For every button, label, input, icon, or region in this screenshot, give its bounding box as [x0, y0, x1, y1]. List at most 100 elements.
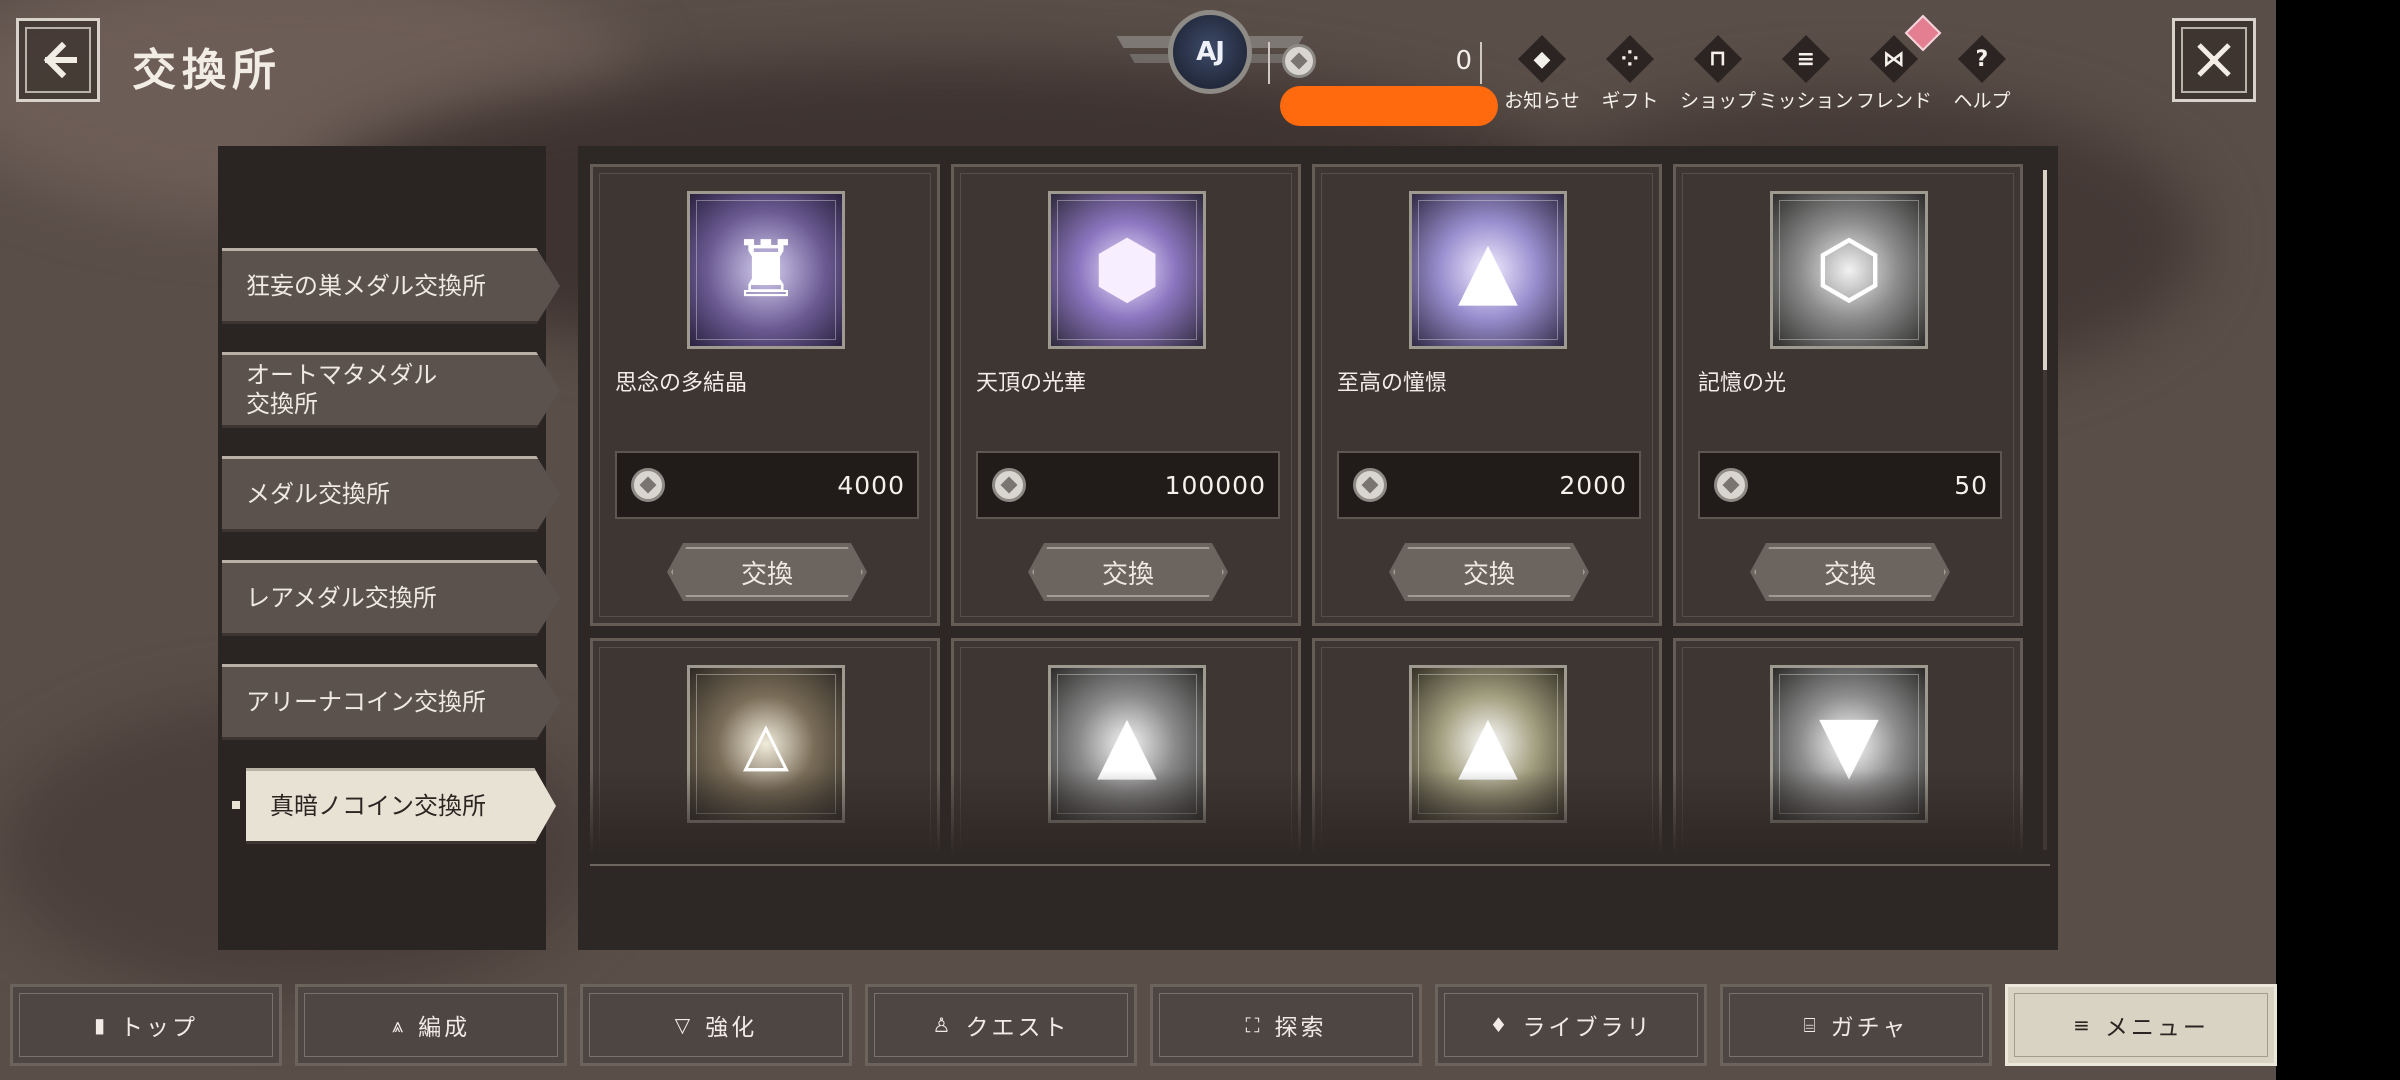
price-value: 50 — [1954, 471, 1988, 500]
bottom-nav: ▮ トップ ⩓ 編成 ▽ 強化 ♙ クエスト ⛶ 探索 ♦ ライブラリ ⌸ ガチャ ≡ メニュー — [10, 984, 2277, 1066]
bottom-nav-label: クエスト — [965, 1015, 1070, 1041]
triangle-crystal-icon: ▲ — [1458, 225, 1518, 315]
nav-friend[interactable]: ⋈ フレンド — [1850, 14, 1942, 113]
bottom-nav-library[interactable]: ♦ ライブラリ — [1435, 984, 1707, 1066]
explore-icon: ⛶ — [1245, 1013, 1263, 1037]
medal-coin-icon — [631, 468, 665, 502]
divider — [1480, 42, 1482, 84]
nav-label: ギフト — [1601, 90, 1659, 112]
tab-label: レアメダル交換所 — [246, 583, 437, 612]
home-icon: ▮ — [93, 1013, 108, 1037]
friend-icon: ⋈ — [1869, 34, 1919, 84]
nav-help[interactable]: ? ヘルプ — [1938, 34, 2026, 113]
tab-rare-medal[interactable]: レアメダル交換所 — [222, 560, 560, 636]
page-title: 交換所 — [132, 45, 282, 96]
nav-news[interactable]: ◆ お知らせ — [1498, 34, 1586, 113]
bottom-nav-label: ライブラリ — [1522, 1015, 1653, 1041]
memory-light-icon: ⬡ — [1814, 225, 1884, 315]
price-value: 4000 — [837, 471, 905, 500]
tab-label: 真暗ノコイン交換所 — [270, 791, 486, 820]
tab-label: 狂妄の巣メダル交換所 — [246, 271, 486, 300]
panel-divider — [590, 864, 2050, 866]
exchange-button[interactable]: 交換 — [1750, 543, 1950, 601]
emblem-badge: AJ — [1168, 10, 1252, 94]
currency-display: 0 — [1268, 40, 1482, 86]
bottom-nav-top[interactable]: ▮ トップ — [10, 984, 282, 1066]
bottom-nav-gacha[interactable]: ⌸ ガチャ — [1720, 984, 1992, 1066]
item-name: 思念の多結晶 — [615, 371, 748, 396]
exchange-button[interactable]: 交換 — [1028, 543, 1228, 601]
nav-label: ヘルプ — [1953, 90, 2011, 112]
back-arrow-icon — [43, 41, 77, 79]
item-card: ⬢ 天頂の光華 100000 交換 — [951, 164, 1301, 626]
tab-label: オートマタメダル 交換所 — [246, 361, 438, 418]
player-emblem[interactable]: AJ — [1116, 4, 1304, 114]
bottom-nav-label: 強化 — [705, 1015, 758, 1041]
shop-icon: ⊓ — [1693, 34, 1743, 84]
item-thumbnail: ▲ — [1409, 191, 1567, 349]
crystal-tower-icon: ♜ — [731, 225, 801, 315]
item-grid[interactable]: ♜ 思念の多結晶 4000 交換 ⬢ 天頂の光華 100000 交換 ▲ 至高の… — [590, 164, 2024, 860]
item-price: 50 — [1698, 451, 2002, 519]
bottom-nav-formation[interactable]: ⩓ 編成 — [295, 984, 567, 1066]
bottom-nav-label: 編成 — [418, 1015, 471, 1041]
scrollbar-thumb[interactable] — [2043, 170, 2047, 370]
close-x-icon — [2197, 43, 2231, 77]
price-value: 100000 — [1164, 471, 1266, 500]
gacha-icon: ⌸ — [1803, 1013, 1819, 1037]
exchange-button[interactable]: 交換 — [1389, 543, 1589, 601]
help-icon: ? — [1957, 34, 2007, 84]
nav-label: フレンド — [1855, 90, 1932, 112]
bottom-nav-menu[interactable]: ≡ メニュー — [2005, 984, 2277, 1066]
bottom-nav-quest[interactable]: ♙ クエスト — [865, 984, 1137, 1066]
item-price: 100000 — [976, 451, 1280, 519]
mission-list-icon: ≡ — [1781, 34, 1831, 84]
tab-arena-coin[interactable]: アリーナコイン交換所 — [222, 664, 560, 740]
gift-icon: ⁘ — [1605, 34, 1655, 84]
medal-coin-icon — [1714, 468, 1748, 502]
active-tab-marker — [232, 801, 240, 809]
tab-medal[interactable]: メダル交換所 — [222, 456, 560, 532]
bottom-nav-label: ガチャ — [1830, 1015, 1909, 1041]
medal-coin-icon — [1282, 44, 1316, 78]
item-thumbnail: ⬢ — [1048, 191, 1206, 349]
price-value: 2000 — [1559, 471, 1627, 500]
enhance-icon: ▽ — [674, 1013, 694, 1037]
item-card: ♜ 思念の多結晶 4000 交換 — [590, 164, 940, 626]
nav-label: お知らせ — [1504, 90, 1580, 112]
redaction-mark — [1280, 86, 1498, 126]
bottom-nav-enhance[interactable]: ▽ 強化 — [580, 984, 852, 1066]
tab-shinan-coin[interactable]: 真暗ノコイン交換所 — [246, 768, 556, 844]
nav-shop[interactable]: ⊓ ショップ — [1674, 34, 1762, 113]
emblem-text: AJ — [1196, 37, 1225, 67]
tab-label: アリーナコイン交換所 — [246, 687, 486, 716]
item-price: 2000 — [1337, 451, 1641, 519]
scroll-fade — [590, 770, 2024, 870]
exchange-button[interactable]: 交換 — [667, 543, 867, 601]
currency-value: 0 — [1455, 46, 1472, 76]
diamond-dot-icon: ◆ — [1517, 34, 1567, 84]
bottom-nav-explore[interactable]: ⛶ 探索 — [1150, 984, 1422, 1066]
item-card: ⬡ 記憶の光 50 交換 — [1673, 164, 2023, 626]
medal-coin-icon — [1353, 468, 1387, 502]
quest-icon: ♙ — [932, 1013, 954, 1037]
back-button[interactable] — [16, 18, 100, 102]
item-thumbnail: ⬡ — [1770, 191, 1928, 349]
nav-label: ミッション — [1758, 90, 1854, 112]
tab-automata-medal[interactable]: オートマタメダル 交換所 — [222, 352, 560, 428]
item-thumbnail: ♜ — [687, 191, 845, 349]
tab-crazy-nest-medal[interactable]: 狂妄の巣メダル交換所 — [222, 248, 560, 324]
notification-badge — [1904, 14, 1942, 52]
small-triangle-crystal-icon: △ — [742, 709, 790, 779]
header-nav: ◆ お知らせ ⁘ ギフト ⊓ ショップ ≡ ミッション ⋈ フレンド ? ヘルプ — [1498, 14, 2026, 113]
formation-icon: ⩓ — [391, 1013, 407, 1037]
nav-gift[interactable]: ⁘ ギフト — [1586, 34, 1674, 113]
bottom-nav-label: 探索 — [1274, 1015, 1327, 1041]
letterbox-bar — [2276, 0, 2400, 1080]
hexagon-crystal-icon: ⬢ — [1092, 225, 1162, 315]
divider — [1268, 42, 1270, 84]
nav-mission[interactable]: ≡ ミッション — [1759, 34, 1854, 113]
bottom-nav-label: トップ — [120, 1015, 198, 1041]
close-button[interactable] — [2172, 18, 2256, 102]
item-name: 天頂の光華 — [976, 371, 1087, 396]
